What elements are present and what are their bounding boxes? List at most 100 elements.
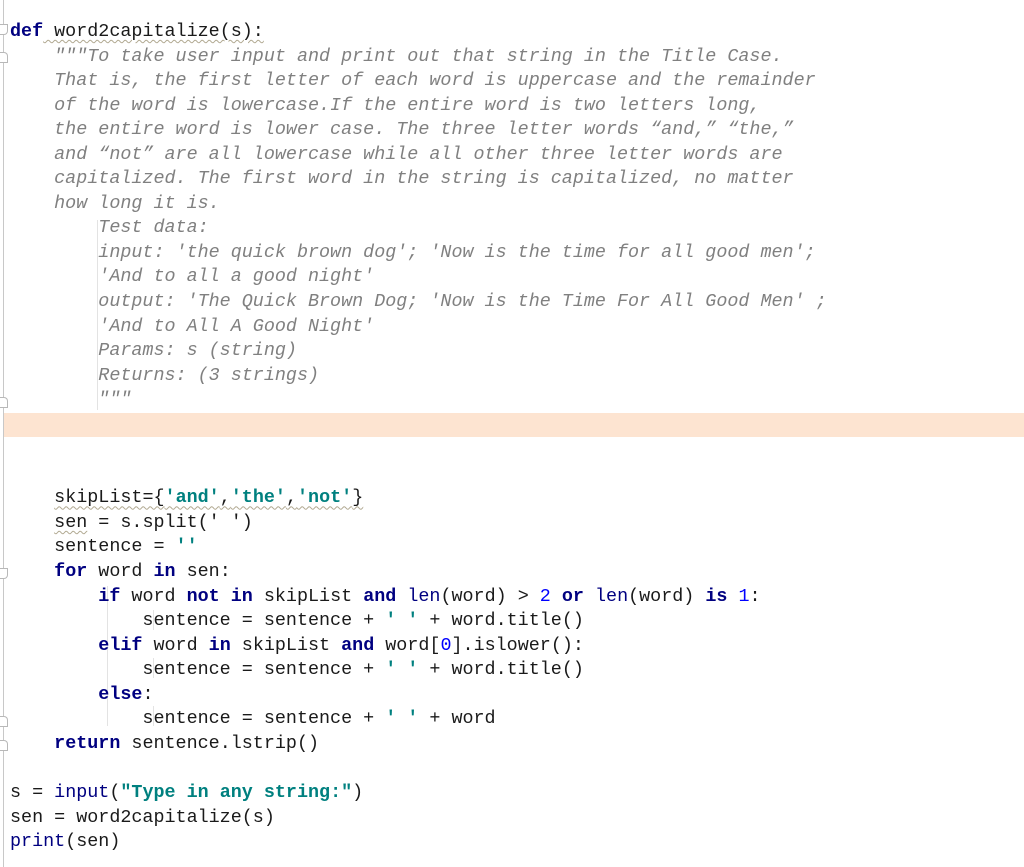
code-token-kw: and — [341, 634, 375, 656]
code-token-plain: ) — [352, 781, 364, 803]
code-token-plain: sen = word2capitalize(s) — [10, 806, 275, 828]
code-token-doc: capitalized. The first word in the strin… — [10, 168, 794, 190]
code-line[interactable]: return sentence.lstrip() — [10, 732, 827, 757]
code-line[interactable]: print(sen) — [10, 830, 827, 855]
code-token-doc: Returns: (3 strings) — [10, 364, 320, 386]
code-token-doc: """ — [10, 389, 132, 411]
code-token-plain: ( — [109, 781, 121, 803]
code-line[interactable]: the entire word is lower case. The three… — [10, 118, 827, 143]
code-token-str: "Type in any string:" — [120, 781, 353, 803]
code-line[interactable]: sentence = sentence + ' ' + word.title() — [10, 658, 827, 683]
code-token-str: 'the' — [230, 487, 286, 509]
code-token-plain: sentence.lstrip() — [120, 732, 320, 754]
code-token-doc: the entire word is lower case. The three… — [10, 119, 794, 141]
code-line[interactable] — [10, 437, 827, 462]
code-line[interactable]: 'And to all a good night' — [10, 265, 827, 290]
code-token-plain: sentence = sentence + — [10, 610, 386, 632]
code-line[interactable]: input: 'the quick brown dog'; 'Now is th… — [10, 241, 827, 266]
code-token-doc: output: 'The Quick Brown Dog; 'Now is th… — [10, 291, 827, 313]
code-token-plain: } — [352, 487, 364, 509]
code-token-plain: word[ — [374, 634, 441, 656]
code-line[interactable]: def word2capitalize(s): — [10, 20, 827, 45]
code-line[interactable]: """To take user input and print out that… — [10, 45, 827, 70]
code-line[interactable]: if word not in skipList and len(word) > … — [10, 585, 827, 610]
code-token-plain: , — [285, 487, 297, 509]
code-line[interactable] — [10, 756, 827, 781]
code-token-plain: (word) > — [440, 585, 540, 607]
code-line[interactable]: of the word is lowercase.If the entire w… — [10, 94, 827, 119]
code-token-builtin: len — [407, 585, 441, 607]
code-line[interactable] — [10, 462, 827, 487]
code-line[interactable]: Params: s (string) — [10, 339, 827, 364]
fold-marker-icon[interactable] — [0, 397, 8, 408]
code-line[interactable]: sen = word2capitalize(s) — [10, 806, 827, 831]
code-token-plain: s = — [10, 781, 55, 803]
code-token-doc: Test data: — [10, 217, 209, 239]
code-token-plain: : — [749, 585, 761, 607]
code-token-plain: sentence = sentence + — [10, 659, 386, 681]
code-token-kw: else — [98, 683, 143, 705]
code-token-kw: return — [54, 732, 121, 754]
code-token-str: ' ' — [385, 610, 419, 632]
code-line[interactable] — [10, 413, 827, 438]
code-line[interactable]: elif word in skipList and word[0].islowe… — [10, 634, 827, 659]
code-token-plain: word — [87, 561, 154, 583]
fold-marker-icon[interactable] — [0, 740, 8, 751]
code-line[interactable]: for word in sen: — [10, 560, 827, 585]
code-token-doc: """To take user input and print out that… — [10, 45, 783, 67]
code-token-plain: skipList={ — [54, 487, 165, 509]
code-token-plain: sen — [54, 511, 88, 533]
code-line[interactable]: sentence = sentence + ' ' + word.title() — [10, 609, 827, 634]
code-line[interactable]: skipList={'and','the','not'} — [10, 486, 827, 511]
fold-marker-icon[interactable] — [0, 716, 8, 727]
code-line[interactable]: """ — [10, 388, 827, 413]
code-editor[interactable]: def word2capitalize(s): """To take user … — [0, 0, 1024, 867]
code-line[interactable]: how long it is. — [10, 192, 827, 217]
code-line[interactable]: That is, the first letter of each word i… — [10, 69, 827, 94]
code-token-kw: in — [208, 634, 231, 656]
code-token-plain: (sen) — [65, 831, 121, 853]
code-line[interactable]: Returns: (3 strings) — [10, 364, 827, 389]
code-token-plain: ].islower(): — [451, 634, 584, 656]
code-token-doc: of the word is lowercase.If the entire w… — [10, 94, 761, 116]
code-line[interactable]: sentence = '' — [10, 535, 827, 560]
code-token-plain: word — [120, 585, 187, 607]
code-line[interactable]: 'And to All A Good Night' — [10, 315, 827, 340]
fold-marker-icon[interactable] — [0, 52, 8, 63]
code-line[interactable]: capitalized. The first word in the strin… — [10, 167, 827, 192]
code-token-str: 'not' — [297, 487, 353, 509]
code-token-plain: : — [142, 683, 154, 705]
code-line[interactable]: else: — [10, 683, 827, 708]
code-token-kw: elif — [98, 634, 143, 656]
code-token-kw: not in — [186, 585, 253, 607]
code-token-num: 2 — [539, 585, 551, 607]
code-line[interactable]: Test data: — [10, 216, 827, 241]
code-token-num: 1 — [738, 585, 750, 607]
code-token-plain: sentence = — [10, 536, 176, 558]
code-token-plain: + word — [418, 708, 496, 730]
code-line[interactable]: and “not” are all lowercase while all ot… — [10, 143, 827, 168]
fold-marker-icon[interactable] — [0, 24, 8, 35]
code-line[interactable]: sen = s.split(' ') — [10, 511, 827, 536]
code-token-str: '' — [175, 536, 198, 558]
fold-marker-icon[interactable] — [0, 568, 8, 579]
code-line[interactable]: sentence = sentence + ' ' + word — [10, 707, 827, 732]
code-token-num: 0 — [440, 634, 452, 656]
code-token-plain: word2capitalize(s): — [43, 21, 264, 42]
code-content[interactable]: def word2capitalize(s): """To take user … — [10, 20, 827, 855]
code-line[interactable]: s = input("Type in any string:") — [10, 781, 827, 806]
code-token-doc: Params: s (string) — [10, 340, 297, 362]
code-token-kw: def — [10, 21, 44, 42]
code-token-plain: + word.title() — [418, 610, 584, 632]
code-token-plain: sen: — [175, 561, 231, 583]
code-line[interactable]: output: 'The Quick Brown Dog; 'Now is th… — [10, 290, 827, 315]
